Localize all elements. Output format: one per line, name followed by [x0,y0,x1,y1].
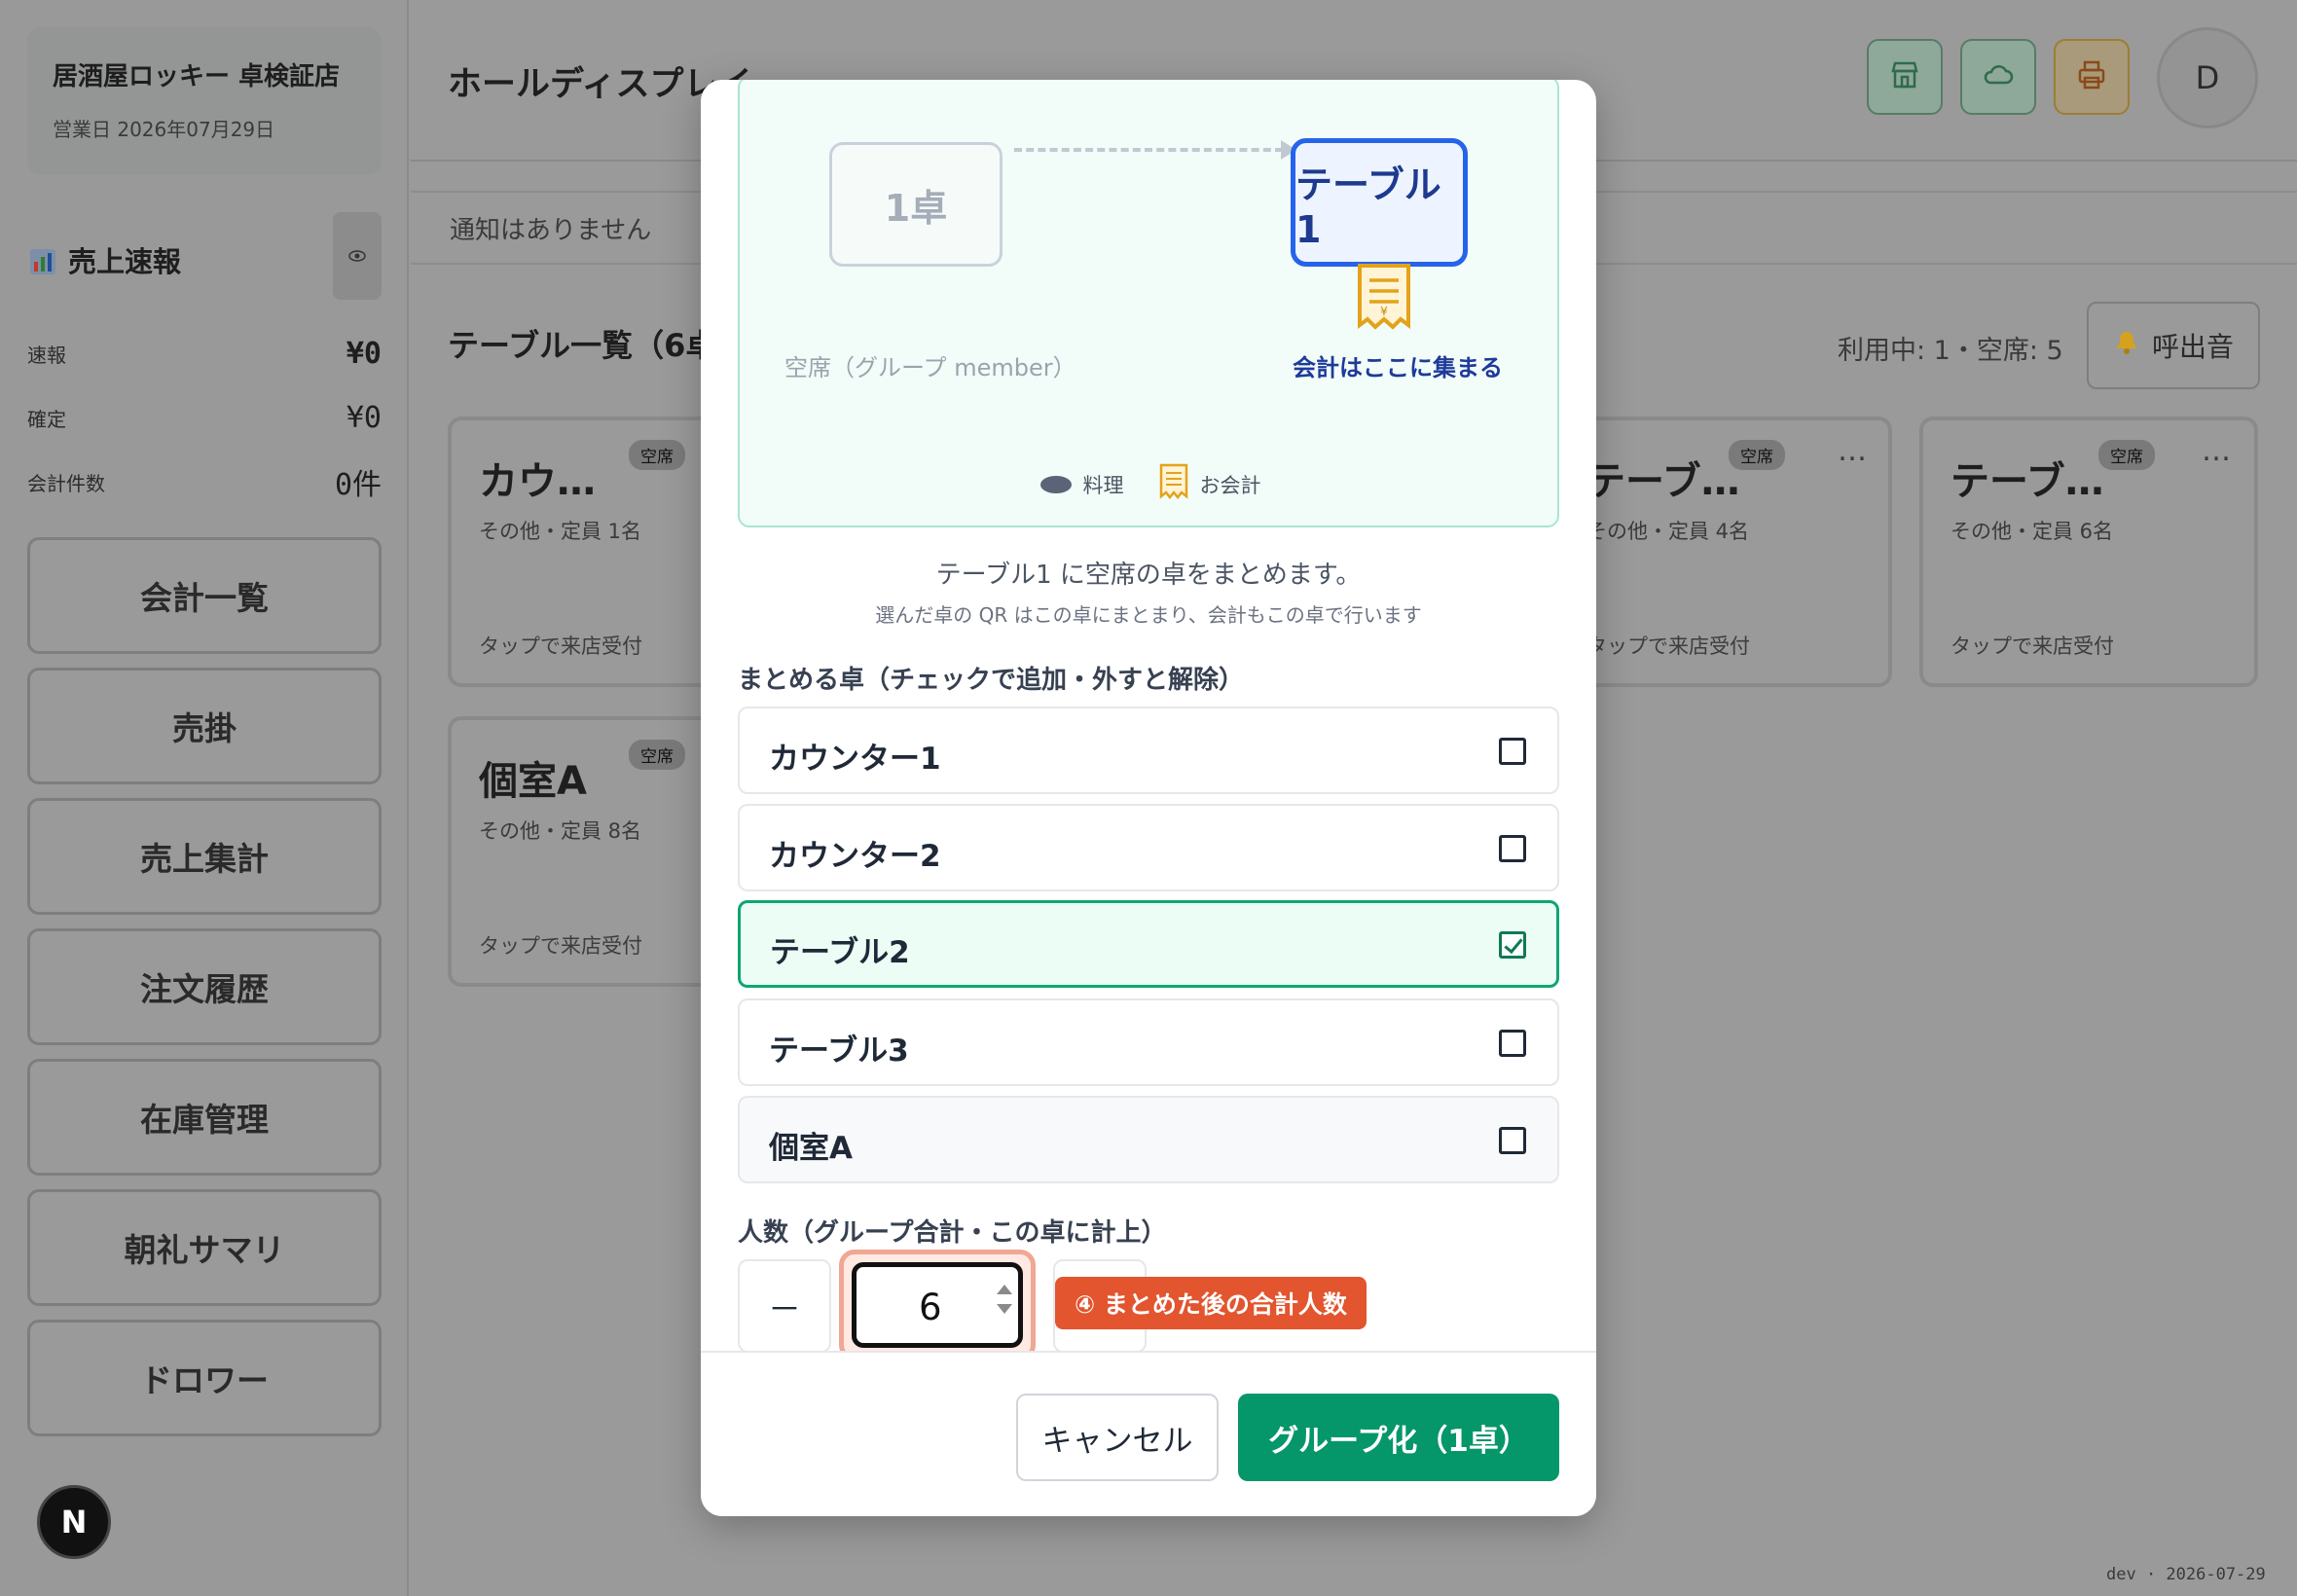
people-count-input[interactable]: 6 [852,1262,1023,1348]
option-checkbox-checked[interactable] [1499,931,1526,959]
status-badge: 空席 [629,740,685,770]
nav-checkout-list[interactable]: 会計一覧 [27,537,382,654]
nav-drawer[interactable]: ドロワー [27,1320,382,1436]
eye-icon [348,247,366,266]
avatar[interactable]: D [2157,27,2258,128]
receipt-icon: ¥ [1356,263,1412,337]
sidebar: 居酒屋ロッキー 卓検証店 営業日 2026年07月29日 売上速報 速報 ¥0 … [0,0,409,1596]
group-submit-button[interactable]: グループ化（1卓） [1238,1394,1559,1481]
business-date: 営業日 2026年07月29日 [53,118,275,141]
cloud-icon [1982,58,2015,95]
table-card-table-b[interactable]: テーブ… 空席 … その他・定員 6名 タップで来店受付 [1919,417,2258,687]
sidebar-nav: 会計一覧 売掛 売上集計 注文履歴 在庫管理 朝礼サマリ ドロワー [27,537,382,1450]
modal-description: テーブル1 に空席の卓をまとめます。 [935,561,1362,590]
svg-text:¥: ¥ [1380,305,1388,318]
printer-button[interactable] [2054,39,2130,115]
option-checkbox[interactable] [1499,738,1526,765]
usage-status: 利用中: 1・空席: 5 [1838,336,2063,366]
decrement-button[interactable]: － [738,1259,831,1353]
ghost-caption: 空席（グループ member） [784,354,1076,381]
status-badge: 空席 [2098,440,2155,470]
annotation-callout: ④ まとめた後の合計人数 [1055,1277,1367,1329]
people-input-highlight: 6 [839,1250,1036,1360]
toggle-visibility-button[interactable] [333,212,382,300]
table-option-table-3[interactable]: テーブル3 [738,998,1559,1086]
grouping-diagram: 1卓 テーブル1 ¥ 空席（グループ member） 会計はここに集まる 料理 … [738,80,1559,527]
group-tables-modal: 1卓 テーブル1 ¥ 空席（グループ member） 会計はここに集まる 料理 … [701,80,1596,1516]
sales-flash-header: 売上速報 [29,212,382,304]
option-checkbox[interactable] [1499,1030,1526,1057]
build-info: dev · 2026-07-29 [2106,1565,2266,1584]
sales-flash-title: 売上速報 [68,245,182,278]
more-menu-button[interactable]: … [2202,434,2233,468]
cloud-sync-button[interactable] [1960,39,2036,115]
spin-down-icon[interactable] [997,1304,1012,1314]
spin-up-icon[interactable] [997,1285,1012,1294]
tables-section-label: まとめる卓（チェックで追加・外すと解除） [738,666,1245,695]
modal-subdescription: 選んだ卓の QR はこの卓にまとまり、会計もこの卓で行います [875,603,1422,627]
nav-credit-sales[interactable]: 売掛 [27,668,382,784]
sales-row-confirmed: 確定 ¥0 [27,400,382,435]
table-option-counter-1[interactable]: カウンター1 [738,707,1559,794]
sales-row-count: 会計件数 0件 [27,468,382,502]
diagram-legend: 料理 お会計 [740,463,1561,505]
nav-sales-summary[interactable]: 売上集計 [27,798,382,915]
receipt-icon [1159,463,1188,505]
notice-text: 通知はありません [450,216,652,245]
legend-dish: 料理 [1039,470,1124,499]
people-count-value: 6 [919,1287,942,1328]
spinner-arrows[interactable] [997,1285,1012,1314]
more-menu-button[interactable]: … [1838,434,1869,468]
sales-summary: 速報 ¥0 確定 ¥0 会計件数 0件 [27,321,382,514]
cancel-button[interactable]: キャンセル [1016,1394,1219,1481]
printer-icon [2075,58,2108,95]
ghost-table: 1卓 [829,142,1003,267]
bell-icon [2113,329,2140,363]
target-caption: 会計はここに集まる [1293,354,1503,381]
nav-inventory[interactable]: 在庫管理 [27,1059,382,1176]
store-button[interactable] [1867,39,1943,115]
store-name: 居酒屋ロッキー 卓検証店 [53,62,341,91]
legend-bill: お会計 [1159,463,1261,505]
sales-row-flash: 速報 ¥0 [27,336,382,371]
bar-chart-icon [29,248,56,275]
table-option-counter-2[interactable]: カウンター2 [738,804,1559,891]
nav-order-history[interactable]: 注文履歴 [27,928,382,1045]
table-option-private-a[interactable]: 個室A [738,1096,1559,1183]
table-option-table-2[interactable]: テーブル2 [738,900,1559,988]
nav-morning-summary[interactable]: 朝礼サマリ [27,1189,382,1306]
merge-arrow-line [1014,148,1283,152]
dish-icon [1039,475,1072,493]
option-checkbox[interactable] [1499,835,1526,862]
target-table: テーブル1 [1291,138,1468,267]
people-section-label: 人数（グループ合計・この卓に計上） [738,1218,1167,1248]
call-sound-button[interactable]: 呼出音 [2087,302,2260,389]
call-sound-label: 呼出音 [2151,331,2234,363]
option-checkbox[interactable] [1499,1127,1526,1154]
status-badge: 空席 [1729,440,1785,470]
dev-badge[interactable]: N [37,1485,111,1559]
modal-footer: キャンセル グループ化（1卓） [701,1351,1596,1516]
status-badge: 空席 [629,440,685,470]
store-card: 居酒屋ロッキー 卓検証店 営業日 2026年07月29日 [27,27,382,175]
store-icon [1888,58,1921,95]
